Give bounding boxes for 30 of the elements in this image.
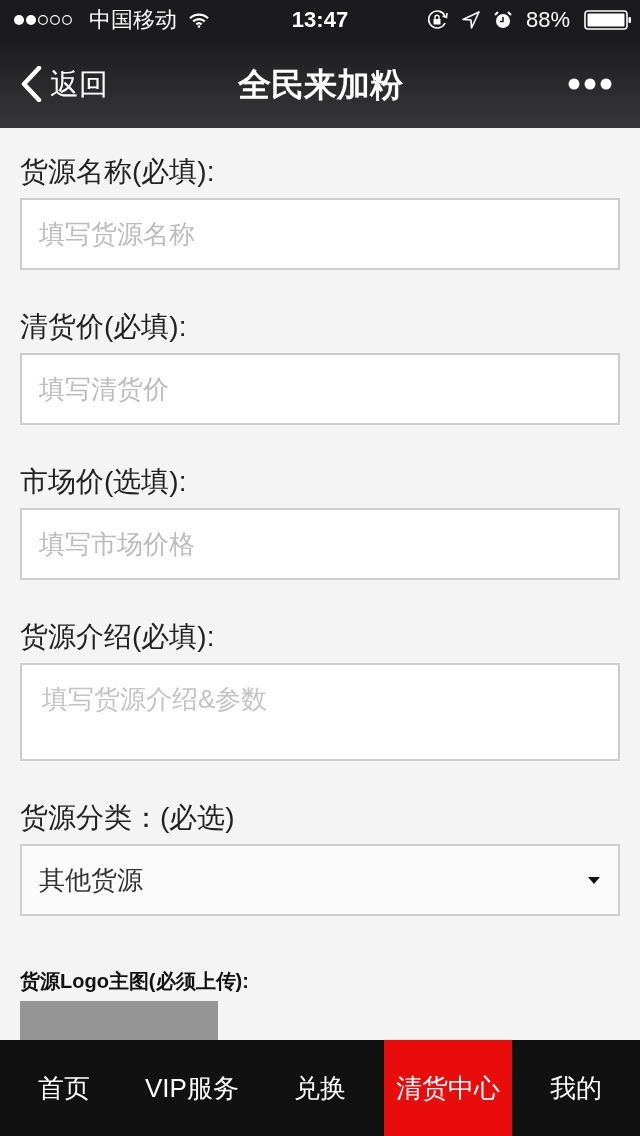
field-label: 货源介绍(必填): <box>20 620 216 654</box>
tab[interactable]: VIP服务 <box>128 1040 256 1136</box>
text-input[interactable]: 填写清货价 <box>20 353 620 425</box>
field-label: 货源分类：(必选) <box>20 801 236 835</box>
battery-percentage: 88% <box>525 9 570 31</box>
location-arrow-icon <box>461 11 480 29</box>
field-label: 货源Logo主图(必须上传): <box>20 969 250 994</box>
text-area[interactable]: 填写货源介绍&参数 <box>20 663 620 761</box>
signal-icon <box>13 14 73 26</box>
rotation-lock-icon <box>426 10 448 30</box>
back-button[interactable]: 返回 <box>20 59 108 109</box>
chevron-left-icon <box>20 66 42 102</box>
alarm-clock-icon <box>493 11 512 29</box>
wifi-icon <box>189 12 209 28</box>
text-input[interactable]: 填写货源名称 <box>20 198 620 270</box>
tab[interactable]: 我的 <box>512 1040 640 1136</box>
status-time: 13:47 <box>291 9 349 31</box>
field-label: 货源名称(必填): <box>20 155 216 189</box>
carrier-name: 中国移动 <box>89 9 177 31</box>
tab[interactable]: 兑换 <box>256 1040 384 1136</box>
select-field[interactable]: 其他货源 <box>20 844 620 916</box>
page-title: 全民来加粉 <box>237 67 403 101</box>
tab[interactable]: 首页 <box>0 1040 128 1136</box>
field-label: 市场价(选填): <box>20 465 188 499</box>
tab[interactable]: 清货中心 <box>384 1040 512 1136</box>
caret-down-icon <box>588 876 600 884</box>
field-label: 清货价(必填): <box>20 310 188 344</box>
battery-icon <box>584 10 632 30</box>
more-icon[interactable] <box>568 78 612 90</box>
text-input[interactable]: 填写市场价格 <box>20 508 620 580</box>
